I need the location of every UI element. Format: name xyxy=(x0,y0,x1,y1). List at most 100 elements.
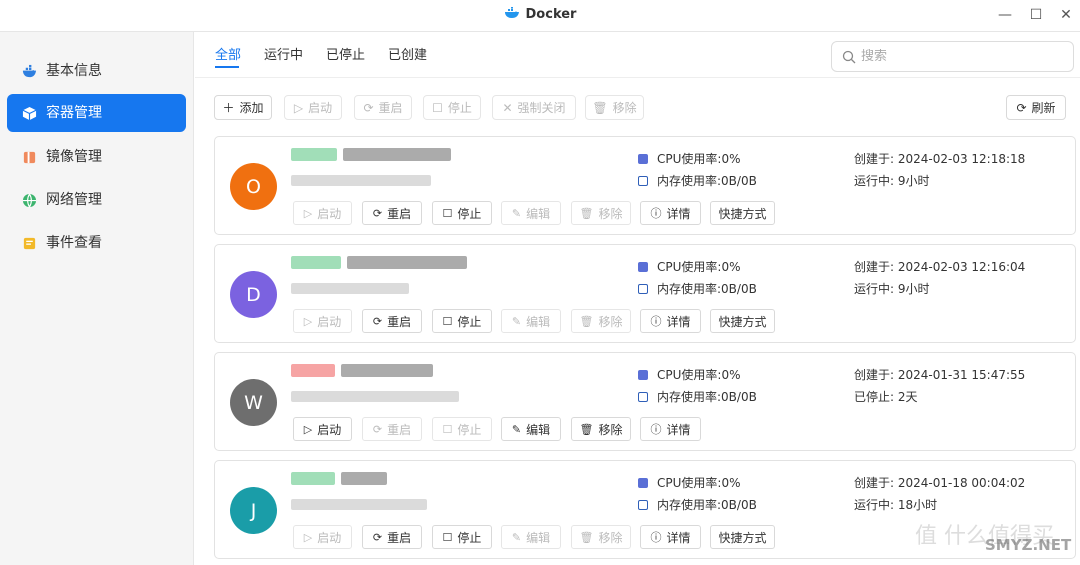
container-card[interactable]: O CPU使用率: 0% 内存使用率: 0B/0B 创建于: 2024-02-0… xyxy=(214,136,1076,235)
edit-icon: ✎ xyxy=(511,314,522,328)
tab-stopped[interactable]: 已停止 xyxy=(326,44,365,63)
start-button[interactable]: ▷ 启动 xyxy=(293,525,352,549)
restart-button[interactable]: ⟳ 重启 xyxy=(362,417,422,441)
shortcut-label: 快捷方式 xyxy=(718,314,767,329)
status-value: 9小时 xyxy=(897,174,930,188)
search-input[interactable] xyxy=(861,49,1061,64)
edit-button[interactable]: ✎ 编辑 xyxy=(501,417,561,441)
shortcut-button[interactable]: 快捷方式 xyxy=(710,525,775,549)
shortcut-button[interactable]: 快捷方式 xyxy=(710,309,775,333)
add-button[interactable]: ＋ 添加 xyxy=(214,95,272,120)
remove-button[interactable]: 🗑 移除 xyxy=(571,201,631,225)
cpu-value: 0% xyxy=(721,259,741,274)
details-button[interactable]: ⓘ 详情 xyxy=(640,309,701,333)
stop-label: 停止 xyxy=(457,530,482,545)
info-icon: ⓘ xyxy=(650,531,662,544)
edit-button[interactable]: ✎ 编辑 xyxy=(501,309,561,333)
created-label: 创建于: xyxy=(854,476,898,490)
minimize-icon[interactable]: — xyxy=(996,6,1014,24)
sidebar-item-basic-info[interactable]: 基本信息 xyxy=(7,52,186,90)
trash-icon: 🗑 xyxy=(579,314,594,328)
cpu-label: CPU使用率: xyxy=(657,476,722,490)
memory-label: 内存使用率: xyxy=(657,390,722,404)
details-button[interactable]: ⓘ 详情 xyxy=(640,525,701,549)
force-stop-label: 强制关闭 xyxy=(517,101,566,115)
close-icon[interactable]: ✕ xyxy=(1057,6,1075,24)
force-stop-button[interactable]: ✕ 强制关闭 xyxy=(492,95,576,120)
memory-icon xyxy=(638,499,648,510)
stop-button[interactable]: ☐ 停止 xyxy=(432,417,492,441)
stop-icon: ☐ xyxy=(442,206,453,220)
sidebar-item-containers[interactable]: 容器管理 xyxy=(7,94,186,132)
sidebar-item-network[interactable]: 网络管理 xyxy=(7,181,186,219)
refresh-button[interactable]: ⟳ 刷新 xyxy=(1006,95,1066,120)
restart-label: 重启 xyxy=(387,314,412,329)
stop-button[interactable]: ☐ 停止 xyxy=(432,201,492,225)
edit-icon: ✎ xyxy=(511,206,522,220)
stop-label: 停止 xyxy=(457,206,482,221)
remove-button[interactable]: 🗑 移除 xyxy=(571,417,631,441)
sidebar-item-events[interactable]: 事件查看 xyxy=(7,224,186,262)
container-card[interactable]: W CPU使用率: 0% 内存使用率: 0B/0B 创建于: 2024-01-3… xyxy=(214,352,1076,451)
tab-all[interactable]: 全部 xyxy=(215,44,241,63)
container-name-redacted xyxy=(291,148,451,162)
start-label: 启动 xyxy=(317,422,342,437)
created-label: 创建于: xyxy=(854,260,898,274)
stop-label: 停止 xyxy=(457,314,482,329)
shortcut-button[interactable]: 快捷方式 xyxy=(710,201,775,225)
remove-label: 移除 xyxy=(598,206,623,221)
sidebar-item-label: 事件查看 xyxy=(46,234,102,251)
tab-created[interactable]: 已创建 xyxy=(388,44,427,63)
start-button[interactable]: ▷ 启动 xyxy=(284,95,342,120)
play-icon: ▷ xyxy=(293,100,304,115)
event-log-icon xyxy=(23,237,36,249)
restart-button[interactable]: ⟳ 重启 xyxy=(362,525,422,549)
stop-icon: ☐ xyxy=(442,530,453,544)
trash-icon: 🗑 xyxy=(579,206,594,220)
sidebar-item-images[interactable]: 镜像管理 xyxy=(7,138,186,176)
edit-button[interactable]: ✎ 编辑 xyxy=(501,525,561,549)
stop-button[interactable]: ☐ 停止 xyxy=(423,95,481,120)
details-button[interactable]: ⓘ 详情 xyxy=(640,417,701,441)
details-button[interactable]: ⓘ 详情 xyxy=(640,201,701,225)
stop-button[interactable]: ☐ 停止 xyxy=(432,525,492,549)
stop-button[interactable]: ☐ 停止 xyxy=(432,309,492,333)
edit-icon: ✎ xyxy=(511,530,522,544)
container-card[interactable]: D CPU使用率: 0% 内存使用率: 0B/0B 创建于: 2024-02-0… xyxy=(214,244,1076,343)
restart-icon: ⟳ xyxy=(372,314,383,328)
cpu-value: 0% xyxy=(721,475,741,490)
restart-button[interactable]: ⟳ 重启 xyxy=(362,201,422,225)
start-button[interactable]: ▷ 启动 xyxy=(293,201,352,225)
trash-icon: 🗑 xyxy=(579,422,594,436)
status-value: 9小时 xyxy=(897,282,930,296)
start-button[interactable]: ▷ 启动 xyxy=(293,309,352,333)
remove-button[interactable]: 🗑 移除 xyxy=(585,95,644,120)
remove-button[interactable]: 🗑 移除 xyxy=(571,525,631,549)
edit-button[interactable]: ✎ 编辑 xyxy=(501,201,561,225)
created-label: 创建于: xyxy=(854,152,898,166)
status-label: 已停止: xyxy=(854,390,898,404)
cpu-label: CPU使用率: xyxy=(657,260,722,274)
tab-running[interactable]: 运行中 xyxy=(264,44,303,63)
memory-value: 0B/0B xyxy=(721,497,757,512)
created-value: 2024-01-31 15:47:55 xyxy=(897,368,1026,382)
created-time: 创建于: 2024-02-03 12:18:18 xyxy=(854,150,1025,167)
sidebar-item-label: 网络管理 xyxy=(46,191,102,208)
status: 已停止: 2天 xyxy=(854,388,918,405)
refresh-label: 刷新 xyxy=(1031,101,1056,115)
plus-icon: ＋ xyxy=(222,100,235,115)
shortcut-label: 快捷方式 xyxy=(718,206,767,221)
watermark-site: SMYZ.NET xyxy=(985,536,1072,554)
cpu-icon xyxy=(638,477,648,488)
container-image-redacted xyxy=(291,283,409,294)
avatar: W xyxy=(230,379,277,426)
restart-button[interactable]: ⟳ 重启 xyxy=(354,95,412,120)
status-label: 运行中: xyxy=(854,174,898,188)
add-label: 添加 xyxy=(239,101,264,115)
restart-button[interactable]: ⟳ 重启 xyxy=(362,309,422,333)
search-box xyxy=(831,41,1074,72)
remove-button[interactable]: 🗑 移除 xyxy=(571,309,631,333)
maximize-icon[interactable]: ☐ xyxy=(1027,6,1045,24)
start-button[interactable]: ▷ 启动 xyxy=(293,417,352,441)
play-icon: ▷ xyxy=(303,206,313,220)
